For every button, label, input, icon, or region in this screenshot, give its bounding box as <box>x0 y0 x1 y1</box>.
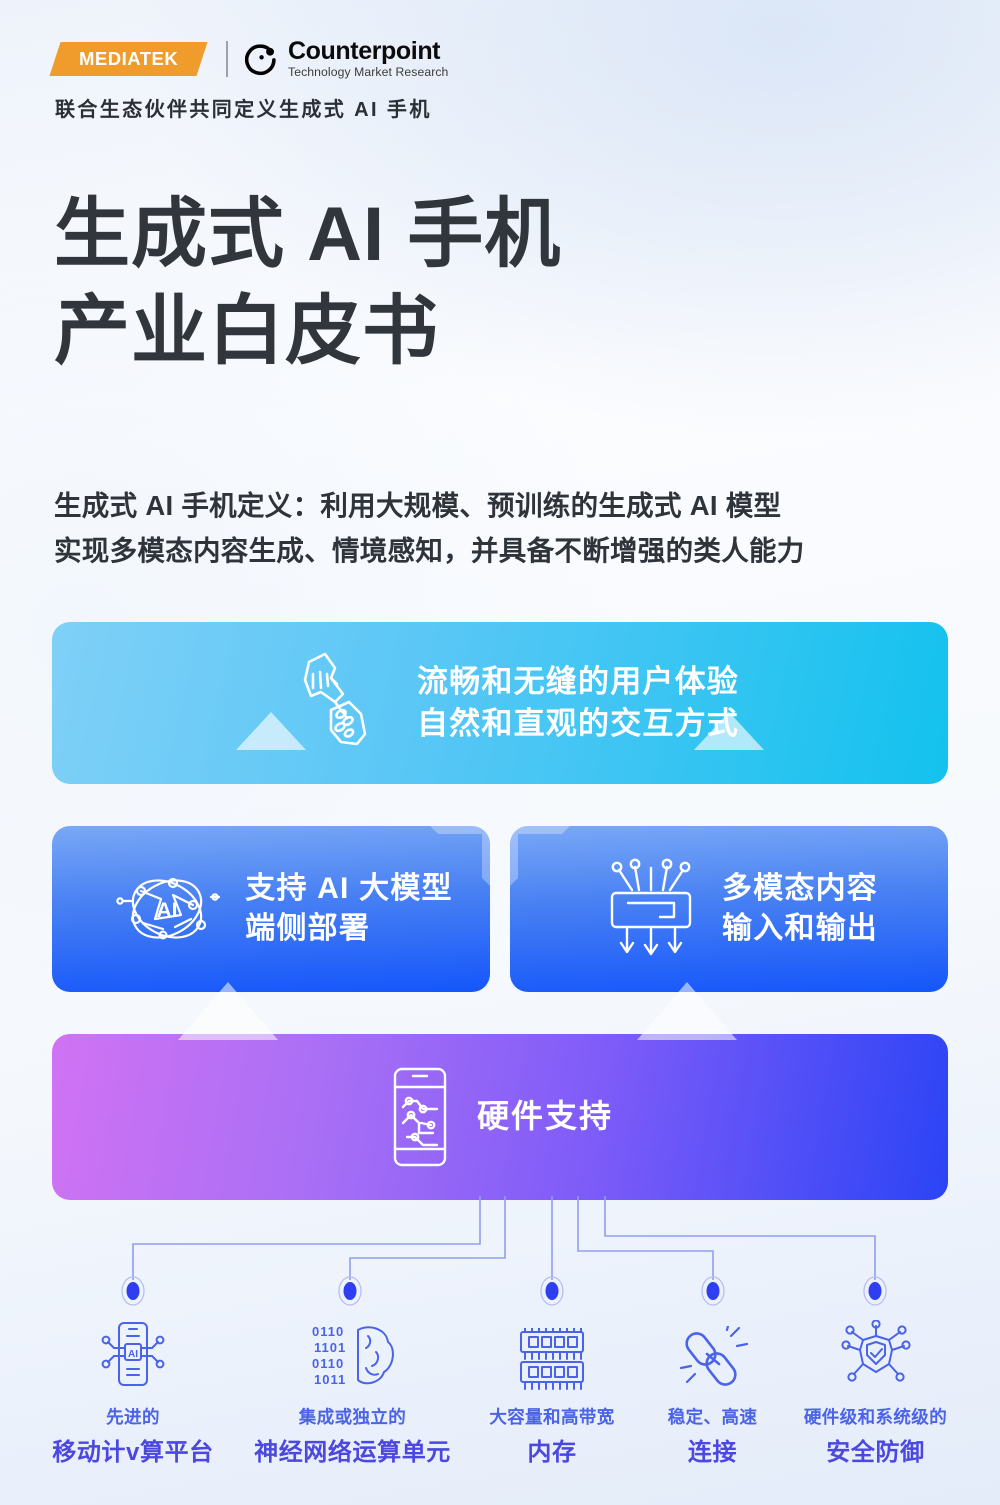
card-multimodal-io[interactable]: 多模态内容 输入和输出 <box>510 826 948 992</box>
multimodal-io-icon <box>610 858 692 956</box>
definition-paragraph: 生成式 AI 手机定义：利用大规模、预训练的生成式 AI 模型 实现多模态内容生… <box>54 484 964 573</box>
page-title: 生成式 AI 手机 产业白皮书 <box>54 186 561 381</box>
binary-brain-icon: 0110 1101 0110 1011 <box>312 1324 394 1387</box>
feature-icon-wrap: AI <box>33 1320 233 1392</box>
feature-label-line2: 内存 <box>527 1439 577 1466</box>
card-multimodal-io-line1: 多模态内容 <box>722 871 878 905</box>
header: MEDIATEK Counterpoint Technology Market … <box>49 37 449 122</box>
ai-network-icon: AI <box>116 877 221 940</box>
card-hardware-support-label: 硬件支持 <box>476 1098 613 1135</box>
connector-line-2 <box>349 1196 506 1280</box>
connector-dot-4 <box>701 1276 725 1306</box>
definition-line1: 生成式 AI 手机定义：利用大规模、预训练的生成式 AI 模型 <box>54 490 782 521</box>
logo-row: MEDIATEK Counterpoint Technology Market … <box>49 37 449 80</box>
logo-divider <box>226 41 228 77</box>
card-user-experience-text: 流畅和无缝的用户体验 自然和直观的交互方式 <box>417 661 739 745</box>
connector-dot-3 <box>540 1276 564 1306</box>
definition-line2: 实现多模态内容生成、情境感知，并具备不断增强的类人能力 <box>54 534 805 566</box>
feature-icon-wrap: 0110 1101 0110 1011 <box>245 1320 460 1392</box>
card-ai-model-line2: 端侧部署 <box>245 912 371 945</box>
feature-label-line1: 稳定、高速 <box>667 1407 758 1427</box>
card-multimodal-io-line2: 输入和输出 <box>722 912 878 945</box>
shield-network-icon <box>840 1320 911 1382</box>
feature-label-line2: 连接 <box>687 1439 738 1466</box>
feature-item-connectivity[interactable]: 稳定、高速 连接 <box>645 1320 780 1467</box>
card-ai-model-text: 支持 AI 大模型 端侧部署 <box>245 869 452 950</box>
page-title-line2: 产业白皮书 <box>54 289 439 375</box>
feature-item-neural-unit[interactable]: 0110 1101 0110 1011 集成或独立的 神经网络运算单元 <box>245 1320 460 1467</box>
counterpoint-name: Counterpoint <box>288 37 441 66</box>
card-user-experience-line2: 自然和直观的交互方式 <box>417 706 739 741</box>
phone-circuit-icon <box>393 1067 447 1167</box>
mediatek-logo: MEDIATEK <box>49 42 208 76</box>
touch-gesture-icon <box>303 652 367 746</box>
feature-label-line2: 神经网络运算单元 <box>254 1439 451 1466</box>
counterpoint-c-icon <box>245 44 276 76</box>
page-title-line1: 生成式 AI 手机 <box>54 192 562 277</box>
connector-dot-1 <box>121 1276 145 1306</box>
card-hardware-support[interactable]: 硬件支持 <box>52 1034 948 1200</box>
feature-icon-wrap <box>783 1320 968 1392</box>
svg-text:0110: 0110 <box>312 1324 344 1339</box>
header-tagline: 联合生态伙伴共同定义生成式 AI 手机 <box>55 99 432 121</box>
poster-root: MEDIATEK Counterpoint Technology Market … <box>0 0 1000 1505</box>
feature-item-compute-platform[interactable]: AI 先进的 移动计v算平台 <box>33 1320 233 1467</box>
card-user-experience[interactable]: 流畅和无缝的用户体验 自然和直观的交互方式 <box>52 622 948 784</box>
card-multimodal-io-text: 多模态内容 输入和输出 <box>722 869 878 950</box>
feature-icon-wrap <box>645 1320 780 1392</box>
ai-chip-phone-icon: AI <box>101 1322 165 1386</box>
counterpoint-logo: Counterpoint Technology Market Research <box>245 37 449 80</box>
connector-line-5 <box>604 1196 876 1280</box>
svg-text:AI: AI <box>157 899 178 922</box>
mediatek-logo-text: MEDIATEK <box>78 48 179 69</box>
feature-item-memory[interactable]: 大容量和高带宽 内存 <box>467 1320 637 1467</box>
card-ai-model[interactable]: AI 支持 AI 大模型 端侧部署 <box>52 826 490 992</box>
feature-icon-wrap <box>467 1320 637 1392</box>
feature-item-security[interactable]: 硬件级和系统级的 安全防御 <box>783 1320 968 1467</box>
memory-chip-icon <box>520 1328 584 1390</box>
card-ai-model-line1: 支持 AI 大模型 <box>245 871 453 905</box>
connector-line-4 <box>577 1196 714 1280</box>
svg-text:0110: 0110 <box>312 1356 344 1371</box>
card-user-experience-line1: 流畅和无缝的用户体验 <box>417 664 739 700</box>
feature-label-line2: 移动计v算平台 <box>52 1439 214 1466</box>
feature-label-line1: 集成或独立的 <box>298 1407 407 1427</box>
connector-line-1 <box>132 1196 481 1280</box>
svg-text:1101: 1101 <box>314 1340 346 1355</box>
svg-text:1011: 1011 <box>314 1372 346 1387</box>
feature-label-line2: 安全防御 <box>826 1439 925 1466</box>
connector-dots <box>121 1276 887 1306</box>
connector-dot-5 <box>863 1276 887 1306</box>
feature-label-line1: 大容量和高带宽 <box>489 1407 615 1427</box>
feature-label-line1: 硬件级和系统级的 <box>803 1407 948 1427</box>
chain-link-icon <box>679 1326 748 1386</box>
counterpoint-subtitle: Technology Market Research <box>288 65 449 80</box>
feature-label-line1: 先进的 <box>106 1407 160 1427</box>
svg-text:AI: AI <box>128 1349 138 1360</box>
connector-dot-2 <box>338 1276 362 1306</box>
connector-tree <box>121 1196 887 1306</box>
